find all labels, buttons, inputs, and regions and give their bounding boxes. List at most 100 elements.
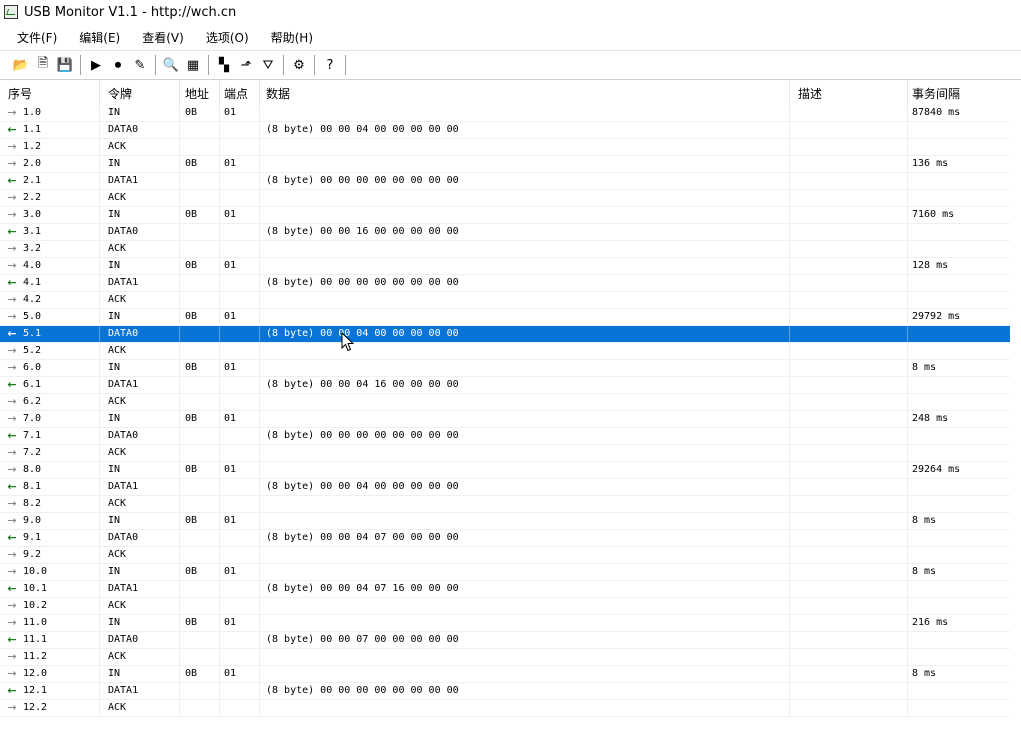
table-row[interactable]: ← 6.1 DATA1 (8 byte) 00 00 04 16 00 00 00 0…	[0, 377, 1010, 394]
table-button[interactable]: ▦	[182, 54, 204, 76]
sequence-number: 8.0	[23, 464, 42, 475]
table-row[interactable]: ← 12.1 DATA1 (8 byte) 00 00 00 00 00 00 00 …	[0, 683, 1010, 700]
table-row[interactable]: → 8.0 IN 0B 01 29264 ms	[0, 462, 1010, 479]
cell-token: ACK	[100, 139, 180, 155]
cell-address	[180, 547, 220, 563]
cell-address	[180, 394, 220, 410]
cell-seq: → 11.2	[0, 649, 100, 665]
cell-token: DATA0	[100, 326, 180, 342]
cell-description	[790, 581, 908, 597]
cell-token: ACK	[100, 445, 180, 461]
cell-data	[260, 462, 790, 478]
save-as-button[interactable]: 🗎	[32, 54, 54, 76]
column-header-interval[interactable]: 事务间隔	[908, 81, 1010, 105]
table-row[interactable]: → 12.2 ACK	[0, 700, 1010, 717]
table-row[interactable]: → 11.0 IN 0B 01 216 ms	[0, 615, 1010, 632]
arrow-right-icon: →	[7, 667, 17, 680]
table-row[interactable]: → 12.0 IN 0B 01 8 ms	[0, 666, 1010, 683]
cell-address: 0B	[180, 666, 220, 682]
table-row[interactable]: ← 4.1 DATA1 (8 byte) 00 00 00 00 00 00 00 0…	[0, 275, 1010, 292]
menu-edit[interactable]: 编辑(E)	[76, 27, 123, 48]
cell-endpoint: 01	[220, 207, 260, 223]
table-row[interactable]: → 1.0 IN 0B 01 87840 ms	[0, 105, 1010, 122]
table-row[interactable]: ← 7.1 DATA0 (8 byte) 00 00 00 00 00 00 00 0…	[0, 428, 1010, 445]
arrow-left-icon: ←	[7, 582, 17, 595]
table-row[interactable]: ← 5.1 DATA0 (8 byte) 00 00 04 00 00 00 00 0…	[0, 326, 1010, 343]
table-row[interactable]: → 2.0 IN 0B 01 136 ms	[0, 156, 1010, 173]
sequence-number: 5.0	[23, 311, 42, 322]
cell-description	[790, 428, 908, 444]
cell-description	[790, 530, 908, 546]
table-row[interactable]: → 4.0 IN 0B 01 128 ms	[0, 258, 1010, 275]
table-row[interactable]: → 5.0 IN 0B 01 29792 ms	[0, 309, 1010, 326]
edit-check-button[interactable]: ✎	[129, 54, 151, 76]
cell-token: IN	[100, 462, 180, 478]
table-row[interactable]: ← 10.1 DATA1 (8 byte) 00 00 04 07 16 00 00 …	[0, 581, 1010, 598]
table-row[interactable]: → 9.0 IN 0B 01 8 ms	[0, 513, 1010, 530]
cell-interval	[908, 683, 1010, 699]
cell-data: (8 byte) 00 00 00 00 00 00 00 00	[260, 275, 790, 291]
cell-interval	[908, 445, 1010, 461]
color-grid-button[interactable]: ▚	[213, 54, 235, 76]
column-header-seq[interactable]: 序号	[0, 81, 100, 105]
table-row[interactable]: → 9.2 ACK	[0, 547, 1010, 564]
table-row[interactable]: ← 8.1 DATA1 (8 byte) 00 00 04 00 00 00 00 0…	[0, 479, 1010, 496]
arrow-right-icon: →	[7, 395, 17, 408]
table-row[interactable]: → 2.2 ACK	[0, 190, 1010, 207]
cell-address	[180, 241, 220, 257]
open-folder-button[interactable]: 📂	[10, 54, 32, 76]
cell-token: IN	[100, 411, 180, 427]
record-button[interactable]: ⏺	[107, 54, 129, 76]
cell-description	[790, 105, 908, 121]
table-row[interactable]: → 6.2 ACK	[0, 394, 1010, 411]
arrow-right-icon: →	[7, 497, 17, 510]
settings-button[interactable]: ⚙	[288, 54, 310, 76]
help-button[interactable]: ?	[319, 54, 341, 76]
table-row[interactable]: → 3.2 ACK	[0, 241, 1010, 258]
sequence-number: 3.2	[23, 243, 42, 254]
menu-view[interactable]: 查看(V)	[139, 27, 187, 48]
table-row[interactable]: → 4.2 ACK	[0, 292, 1010, 309]
table-row[interactable]: ← 2.1 DATA1 (8 byte) 00 00 00 00 00 00 00 0…	[0, 173, 1010, 190]
table-row[interactable]: → 5.2 ACK	[0, 343, 1010, 360]
table-row[interactable]: → 11.2 ACK	[0, 649, 1010, 666]
table-row[interactable]: → 6.0 IN 0B 01 8 ms	[0, 360, 1010, 377]
table-row[interactable]: → 7.2 ACK	[0, 445, 1010, 462]
cell-token: ACK	[100, 190, 180, 206]
table-row[interactable]: ← 1.1 DATA0 (8 byte) 00 00 04 00 00 00 00 0…	[0, 122, 1010, 139]
cell-data: (8 byte) 00 00 04 07 00 00 00 00	[260, 530, 790, 546]
filter-button[interactable]: ⛛	[257, 54, 279, 76]
table-row[interactable]: → 10.2 ACK	[0, 598, 1010, 615]
play-button[interactable]: ▶	[85, 54, 107, 76]
column-header-description[interactable]: 描述	[790, 81, 908, 105]
column-header-token[interactable]: 令牌	[100, 81, 180, 105]
cell-seq: → 7.0	[0, 411, 100, 427]
menu-file[interactable]: 文件(F)	[14, 27, 60, 48]
packet-list[interactable]: 序号 令牌 地址 端点 数据 描述 事务间隔 → 1.0 IN 0B 01 87840 m…	[0, 81, 1021, 731]
cell-token: ACK	[100, 547, 180, 563]
table-row[interactable]: → 3.0 IN 0B 01 7160 ms	[0, 207, 1010, 224]
table-row[interactable]: → 10.0 IN 0B 01 8 ms	[0, 564, 1010, 581]
column-header-endpoint[interactable]: 端点	[220, 81, 260, 105]
cell-seq: → 7.2	[0, 445, 100, 461]
cell-data	[260, 394, 790, 410]
cell-data	[260, 598, 790, 614]
menu-options[interactable]: 选项(O)	[203, 27, 252, 48]
sequence-number: 9.2	[23, 549, 42, 560]
cell-description	[790, 275, 908, 291]
cell-seq: ← 9.1	[0, 530, 100, 546]
cell-endpoint	[220, 547, 260, 563]
table-row[interactable]: → 8.2 ACK	[0, 496, 1010, 513]
column-header-address[interactable]: 地址	[180, 81, 220, 105]
menu-help[interactable]: 帮助(H)	[268, 27, 316, 48]
table-row[interactable]: ← 3.1 DATA0 (8 byte) 00 00 16 00 00 00 00 0…	[0, 224, 1010, 241]
save-button[interactable]: 💾	[54, 54, 76, 76]
table-row[interactable]: ← 11.1 DATA0 (8 byte) 00 00 07 00 00 00 00 …	[0, 632, 1010, 649]
up-arrow-button[interactable]: ⬏	[235, 54, 257, 76]
find-button[interactable]: 🔍	[160, 54, 182, 76]
table-row[interactable]: → 1.2 ACK	[0, 139, 1010, 156]
column-header-data[interactable]: 数据	[260, 81, 790, 105]
table-row[interactable]: ← 9.1 DATA0 (8 byte) 00 00 04 07 00 00 00 0…	[0, 530, 1010, 547]
cell-token: DATA1	[100, 275, 180, 291]
table-row[interactable]: → 7.0 IN 0B 01 248 ms	[0, 411, 1010, 428]
